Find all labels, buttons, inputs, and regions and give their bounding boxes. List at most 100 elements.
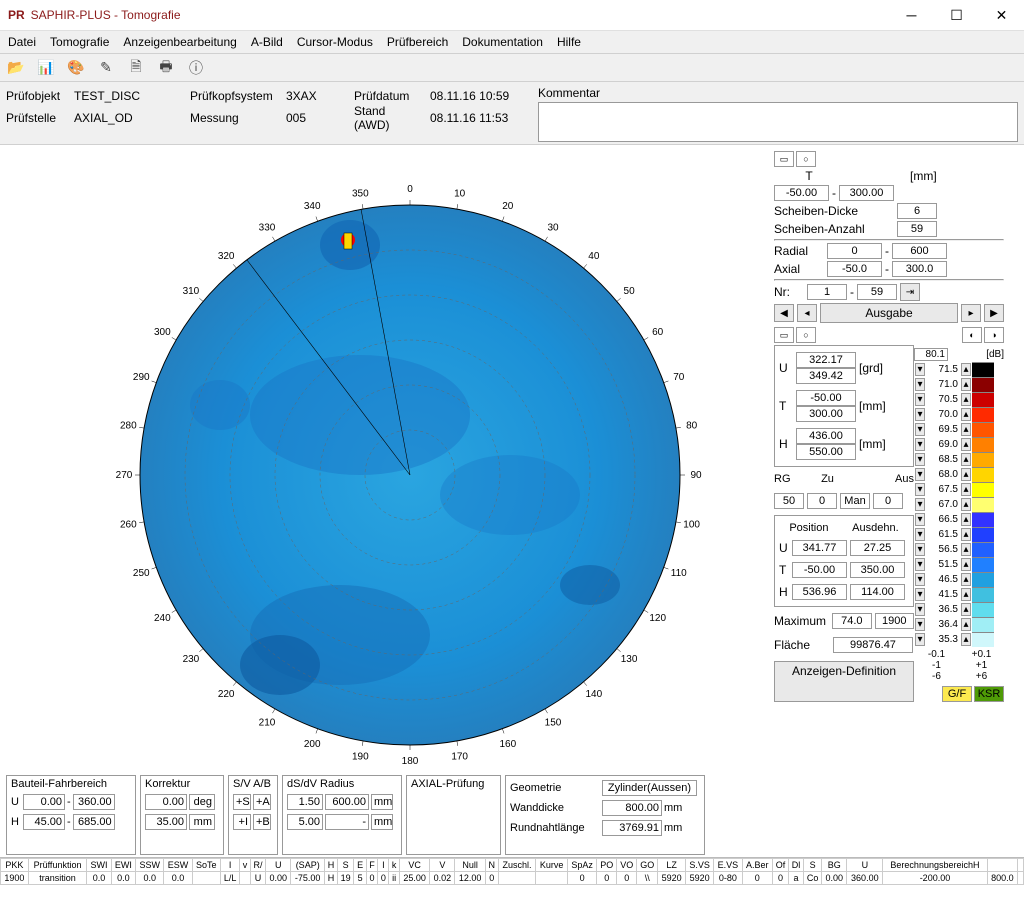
menu-anzeigenbearbeitung[interactable]: Anzeigenbearbeitung bbox=[123, 35, 236, 49]
bf-h1[interactable]: 45.00 bbox=[23, 814, 65, 830]
bf-h2[interactable]: 685.00 bbox=[73, 814, 115, 830]
ds-3[interactable]: 5.00 bbox=[287, 814, 323, 830]
ds-2[interactable]: 600.00 bbox=[325, 794, 369, 810]
view-square-icon[interactable]: ▭ bbox=[774, 327, 794, 343]
ds-1[interactable]: 1.50 bbox=[287, 794, 323, 810]
anzeigen-definition-button[interactable]: Anzeigen-Definition bbox=[774, 661, 914, 702]
scale-dn-2[interactable]: ▾ bbox=[915, 393, 925, 406]
axial-lo[interactable]: -50.0 bbox=[827, 261, 882, 277]
scale-up-14[interactable]: ▴ bbox=[961, 573, 971, 586]
scale-dn-16[interactable]: ▾ bbox=[915, 603, 925, 616]
scale-dn-6[interactable]: ▾ bbox=[915, 453, 925, 466]
t2-hi[interactable]: 300.00 bbox=[796, 406, 856, 422]
nr-go-button[interactable]: ⇥ bbox=[900, 283, 920, 301]
bf-u2[interactable]: 360.00 bbox=[73, 794, 115, 810]
menu-cursor-modus[interactable]: Cursor-Modus bbox=[297, 35, 373, 49]
scheiben-dicke-value[interactable]: 6 bbox=[897, 203, 937, 219]
max2[interactable]: 1900 bbox=[875, 613, 914, 629]
prev-button[interactable]: ◂ bbox=[797, 304, 817, 322]
scale-dn-9[interactable]: ▾ bbox=[915, 498, 925, 511]
man-button[interactable]: Man bbox=[840, 493, 870, 509]
pos-h1[interactable]: 536.96 bbox=[792, 584, 847, 600]
chart-icon[interactable]: 📊 bbox=[36, 59, 56, 76]
edit-icon[interactable]: ✎ bbox=[96, 59, 116, 76]
menu-dokumentation[interactable]: Dokumentation bbox=[462, 35, 543, 49]
scale-up-16[interactable]: ▴ bbox=[961, 603, 971, 616]
radial-hi[interactable]: 600 bbox=[892, 243, 947, 259]
pos-u1[interactable]: 341.77 bbox=[792, 540, 847, 556]
menu-a-bild[interactable]: A-Bild bbox=[251, 35, 283, 49]
menu-pruefbereich[interactable]: Prüfbereich bbox=[387, 35, 448, 49]
next-button[interactable]: ▸ bbox=[961, 304, 981, 322]
info-icon[interactable]: ⓘ bbox=[186, 58, 206, 78]
tab-square-icon[interactable]: ▭ bbox=[774, 151, 794, 167]
scale-dn-14[interactable]: ▾ bbox=[915, 573, 925, 586]
scale-up-18[interactable]: ▴ bbox=[961, 633, 971, 646]
h-lo[interactable]: 436.00 bbox=[796, 428, 856, 444]
ko-v1[interactable]: 0.00 bbox=[145, 794, 187, 810]
scale-up-15[interactable]: ▴ bbox=[961, 588, 971, 601]
sv-b[interactable]: +B bbox=[253, 814, 271, 830]
sv-a[interactable]: +A bbox=[253, 794, 271, 810]
scale-up-7[interactable]: ▴ bbox=[961, 468, 971, 481]
scale-up-13[interactable]: ▴ bbox=[961, 558, 971, 571]
axial-hi[interactable]: 300.0 bbox=[892, 261, 947, 277]
ds-4[interactable]: - bbox=[325, 814, 369, 830]
pos-t1[interactable]: -50.00 bbox=[792, 562, 847, 578]
scale-dn-7[interactable]: ▾ bbox=[915, 468, 925, 481]
scale-dn-3[interactable]: ▾ bbox=[915, 408, 925, 421]
palette-2-icon[interactable]: ◑ bbox=[984, 327, 1004, 343]
scale-dn-5[interactable]: ▾ bbox=[915, 438, 925, 451]
max1[interactable]: 74.0 bbox=[832, 613, 871, 629]
menu-hilfe[interactable]: Hilfe bbox=[557, 35, 581, 49]
scale-dn-0[interactable]: ▾ bbox=[915, 363, 925, 376]
t2-lo[interactable]: -50.00 bbox=[796, 390, 856, 406]
scale-up-3[interactable]: ▴ bbox=[961, 408, 971, 421]
scheiben-anzahl-value[interactable]: 59 bbox=[897, 221, 937, 237]
scale-dn-4[interactable]: ▾ bbox=[915, 423, 925, 436]
scale-up-5[interactable]: ▴ bbox=[961, 438, 971, 451]
nr-lo[interactable]: 1 bbox=[807, 284, 847, 300]
rg-value[interactable]: 50 bbox=[774, 493, 804, 509]
menu-tomografie[interactable]: Tomografie bbox=[50, 35, 109, 49]
scale-up-6[interactable]: ▴ bbox=[961, 453, 971, 466]
off-pos-1[interactable]: +1 bbox=[959, 660, 1004, 671]
pos-h2[interactable]: 114.00 bbox=[850, 584, 905, 600]
scale-up-12[interactable]: ▴ bbox=[961, 543, 971, 556]
scale-up-2[interactable]: ▴ bbox=[961, 393, 971, 406]
nr-hi[interactable]: 59 bbox=[857, 284, 897, 300]
gf-badge[interactable]: G/F bbox=[942, 686, 972, 702]
u-lo[interactable]: 322.17 bbox=[796, 352, 856, 368]
u-hi[interactable]: 349.42 bbox=[796, 368, 856, 384]
scale-up-1[interactable]: ▴ bbox=[961, 378, 971, 391]
scale-up-10[interactable]: ▴ bbox=[961, 513, 971, 526]
palette-1-icon[interactable]: ◐ bbox=[962, 327, 982, 343]
scale-dn-8[interactable]: ▾ bbox=[915, 483, 925, 496]
scale-dn-13[interactable]: ▾ bbox=[915, 558, 925, 571]
wanddicke-value[interactable]: 800.00 bbox=[602, 800, 662, 816]
ausgabe-button[interactable]: Ausgabe bbox=[820, 303, 958, 323]
scale-up-0[interactable]: ▴ bbox=[961, 363, 971, 376]
polar-chart[interactable]: 0102030405060708090100110120130140150160… bbox=[0, 145, 770, 773]
kommentar-input[interactable] bbox=[538, 102, 1018, 142]
scale-dn-11[interactable]: ▾ bbox=[915, 528, 925, 541]
off-pos-01[interactable]: +0.1 bbox=[959, 649, 1004, 660]
off-neg-1[interactable]: -1 bbox=[914, 660, 959, 671]
maximize-button[interactable]: ☐ bbox=[934, 0, 979, 30]
flaeche-value[interactable]: 99876.47 bbox=[833, 637, 913, 653]
sv-s[interactable]: +S bbox=[233, 794, 251, 810]
ksr-badge[interactable]: KSR bbox=[974, 686, 1004, 702]
scale-dn-15[interactable]: ▾ bbox=[915, 588, 925, 601]
aus-value[interactable]: 0 bbox=[873, 493, 903, 509]
rundnaht-value[interactable]: 3769.91 bbox=[602, 820, 662, 836]
zu-value[interactable]: 0 bbox=[807, 493, 837, 509]
geometrie-value[interactable]: Zylinder(Aussen) bbox=[602, 780, 697, 796]
view-circle-icon[interactable]: ○ bbox=[796, 327, 816, 343]
scale-dn-10[interactable]: ▾ bbox=[915, 513, 925, 526]
tab-circle-icon[interactable]: ○ bbox=[796, 151, 816, 167]
pos-u2[interactable]: 27.25 bbox=[850, 540, 905, 556]
scale-dn-1[interactable]: ▾ bbox=[915, 378, 925, 391]
off-neg-01[interactable]: -0.1 bbox=[914, 649, 959, 660]
sv-i[interactable]: +I bbox=[233, 814, 251, 830]
radial-lo[interactable]: 0 bbox=[827, 243, 882, 259]
